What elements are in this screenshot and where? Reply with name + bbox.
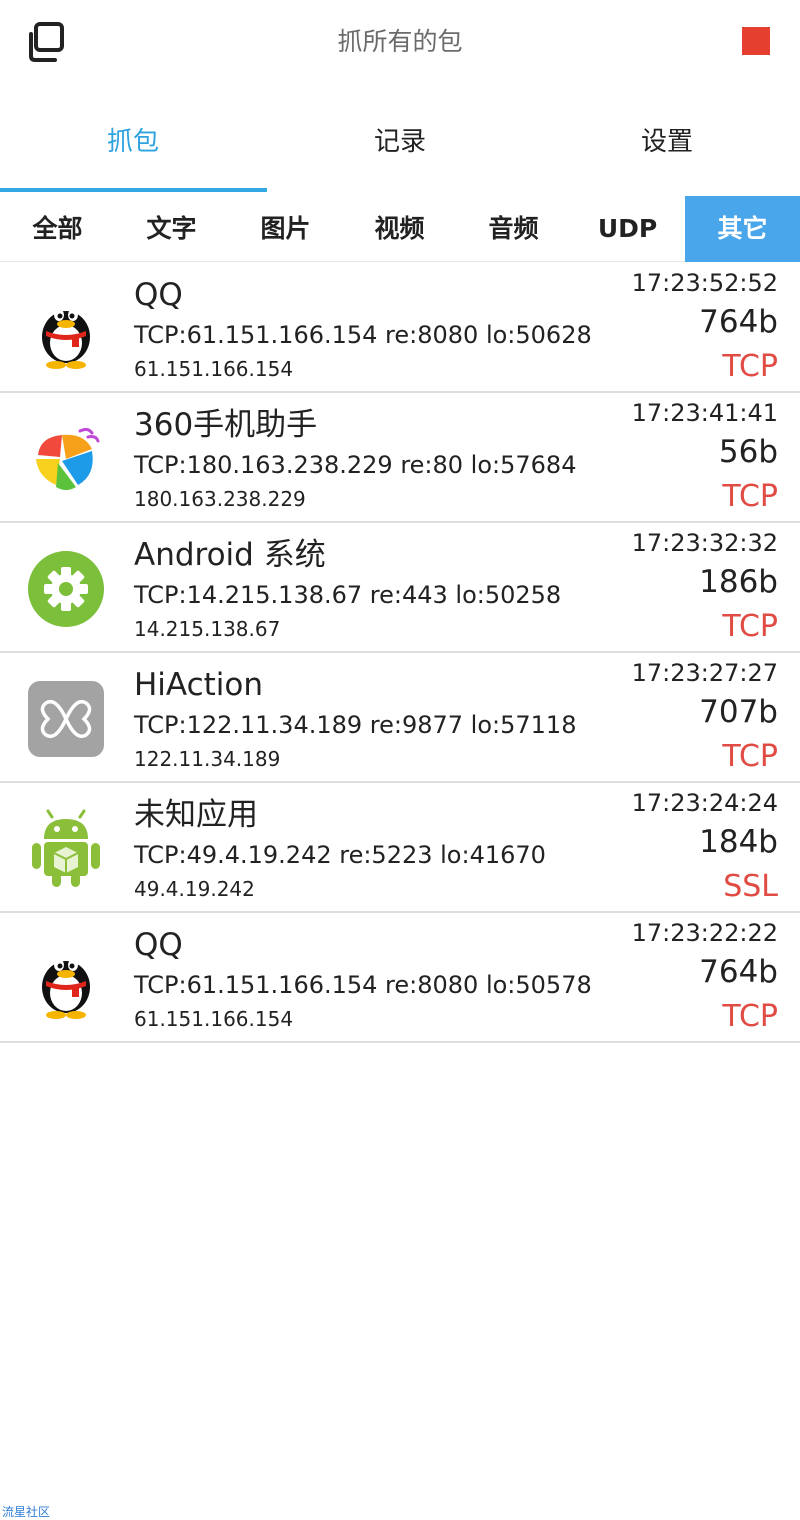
packet-row[interactable]: QQ TCP:61.151.166.154 re:8080 lo:50578 6…	[0, 913, 800, 1043]
packet-size: 186b	[699, 564, 778, 600]
packet-size: 764b	[699, 304, 778, 340]
packet-row[interactable]: Android 系统 TCP:14.215.138.67 re:443 lo:5…	[0, 523, 800, 653]
app-name: 360手机助手	[134, 407, 318, 443]
app-name: 未知应用	[134, 797, 258, 833]
connection-info: TCP:180.163.238.229 re:80 lo:57684	[134, 451, 577, 479]
packet-time: 17:23:41:41	[631, 399, 778, 427]
remote-ip: 14.215.138.67	[134, 617, 281, 641]
packet-protocol: TCP	[722, 349, 778, 384]
remote-ip: 61.151.166.154	[134, 357, 294, 381]
packet-time: 17:23:27:27	[631, 659, 778, 687]
packet-size: 184b	[699, 824, 778, 860]
android-system-gear-icon	[26, 549, 106, 629]
packet-row[interactable]: HiAction TCP:122.11.34.189 re:9877 lo:57…	[0, 653, 800, 783]
filter-tab-audio[interactable]: 音频	[456, 196, 571, 262]
filter-tab-image[interactable]: 图片	[228, 196, 343, 262]
top-bar: 抓所有的包	[0, 0, 800, 84]
connection-info: TCP:61.151.166.154 re:8080 lo:50578	[134, 971, 592, 999]
filter-tab-udp[interactable]: UDP	[570, 196, 685, 262]
remote-ip: 122.11.34.189	[134, 747, 281, 771]
packet-row[interactable]: QQ TCP:61.151.166.154 re:8080 lo:50628 6…	[0, 263, 800, 393]
stop-capture-button[interactable]	[742, 27, 770, 55]
qq-penguin-icon	[26, 289, 106, 369]
filter-tab-all[interactable]: 全部	[0, 196, 115, 262]
packet-time: 17:23:52:52	[631, 269, 778, 297]
android-robot-icon	[26, 809, 106, 889]
packet-size: 764b	[699, 954, 778, 990]
packet-row[interactable]: 未知应用 TCP:49.4.19.242 re:5223 lo:41670 49…	[0, 783, 800, 913]
main-tab-bar: 抓包 记录 设置	[0, 96, 800, 196]
app-screen: 抓所有的包 抓包 记录 设置 全部 文字 图片 视频 音频 UDP 其它 QQ …	[0, 0, 800, 1520]
qq-penguin-icon	[26, 939, 106, 1019]
packet-time: 17:23:22:22	[631, 919, 778, 947]
app-name: QQ	[134, 277, 183, 313]
hiaction-icon	[26, 679, 106, 759]
active-tab-indicator	[0, 188, 267, 192]
360-assistant-icon	[26, 419, 106, 499]
connection-info: TCP:49.4.19.242 re:5223 lo:41670	[134, 841, 546, 869]
packet-size: 707b	[699, 694, 778, 730]
packet-protocol: TCP	[722, 739, 778, 774]
packet-protocol: TCP	[722, 609, 778, 644]
filter-tab-bar: 全部 文字 图片 视频 音频 UDP 其它	[0, 196, 800, 262]
app-name: QQ	[134, 927, 183, 963]
connection-info: TCP:122.11.34.189 re:9877 lo:57118	[134, 711, 577, 739]
tab-capture[interactable]: 抓包	[0, 96, 266, 190]
remote-ip: 49.4.19.242	[134, 877, 255, 901]
connection-info: TCP:61.151.166.154 re:8080 lo:50628	[134, 321, 592, 349]
remote-ip: 180.163.238.229	[134, 487, 306, 511]
packet-protocol: TCP	[722, 479, 778, 514]
copy-windows-icon[interactable]	[22, 20, 68, 66]
filter-tab-other[interactable]: 其它	[685, 196, 800, 262]
filter-tab-text[interactable]: 文字	[114, 196, 229, 262]
page-title: 抓所有的包	[337, 27, 463, 56]
tab-settings[interactable]: 设置	[534, 96, 800, 190]
packet-row[interactable]: 360手机助手 TCP:180.163.238.229 re:80 lo:576…	[0, 393, 800, 523]
app-name: HiAction	[134, 667, 264, 703]
filter-tab-video[interactable]: 视频	[342, 196, 457, 262]
packet-protocol: SSL	[723, 869, 778, 904]
app-name: Android 系统	[134, 537, 326, 573]
remote-ip: 61.151.166.154	[134, 1007, 294, 1031]
tab-records[interactable]: 记录	[267, 96, 533, 190]
packet-protocol: TCP	[722, 999, 778, 1034]
packet-list: QQ TCP:61.151.166.154 re:8080 lo:50628 6…	[0, 263, 800, 1043]
packet-time: 17:23:24:24	[631, 789, 778, 817]
packet-size: 56b	[718, 434, 778, 470]
packet-time: 17:23:32:32	[631, 529, 778, 557]
watermark: 流星社区	[2, 1505, 51, 1519]
connection-info: TCP:14.215.138.67 re:443 lo:50258	[134, 581, 562, 609]
